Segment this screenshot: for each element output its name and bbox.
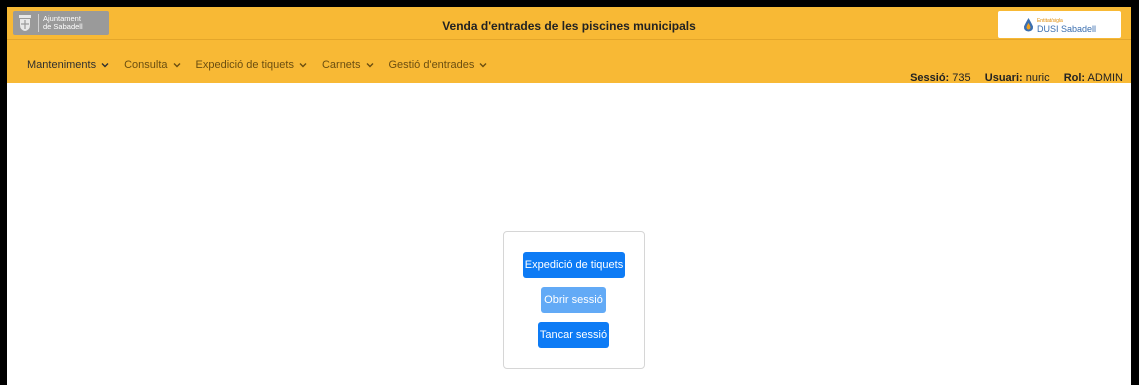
session-actions-panel: Expedició de tiquets Obrir sessió Tancar… (503, 231, 645, 369)
expedicio-tiquets-button[interactable]: Expedició de tiquets (523, 252, 625, 278)
dusi-brand: Entitat/sigla DUSI Sabadell (1036, 17, 1097, 34)
water-drop-icon (1023, 17, 1034, 31)
session-value: 735 (952, 72, 971, 84)
nav-manteniments[interactable]: Manteniments (27, 59, 109, 71)
header-divider (7, 39, 1131, 40)
nav-label: Carnets (321, 59, 361, 71)
chevron-down-icon (299, 63, 307, 68)
nav-carnets[interactable]: Carnets (322, 59, 374, 71)
session-info: Sessió: 735 Usuari: nuric Rol: ADMIN (910, 72, 1123, 84)
user-value: nuric (1025, 72, 1050, 84)
page-title: Venda d'entrades de les piscines municip… (442, 19, 696, 33)
tancar-sessio-button[interactable]: Tancar sessió (538, 322, 609, 348)
nav-expedicio-tiquets[interactable]: Expedició de tiquets (196, 59, 307, 71)
chevron-down-icon (479, 63, 487, 68)
header-bar: Ajuntament de Sabadell Venda d'entrades … (7, 7, 1131, 84)
role-value: ADMIN (1087, 72, 1123, 84)
nav-label: Manteniments (27, 59, 97, 71)
dusi-name: DUSI Sabadell (1036, 23, 1097, 34)
dusi-logo[interactable]: Entitat/sigla DUSI Sabadell (998, 11, 1121, 38)
nav-label: Expedició de tiquets (195, 59, 294, 71)
nav-label: Gestió d'entrades (388, 59, 475, 71)
chevron-down-icon (173, 63, 181, 68)
obrir-sessio-button[interactable]: Obrir sessió (541, 287, 606, 313)
nav-label: Consulta (124, 59, 168, 71)
role-label: Rol: (1063, 72, 1086, 84)
session-label: Sessió: (910, 72, 950, 84)
main-nav: Manteniments Consulta Expedició de tique… (27, 59, 502, 71)
chevron-down-icon (366, 63, 373, 68)
chevron-down-icon (101, 63, 109, 68)
nav-consulta[interactable]: Consulta (124, 59, 181, 71)
app-window: Ajuntament de Sabadell Venda d'entrades … (7, 7, 1131, 385)
user-label: Usuari: (984, 72, 1023, 84)
nav-gestio-entrades[interactable]: Gestió d'entrades (389, 59, 488, 71)
